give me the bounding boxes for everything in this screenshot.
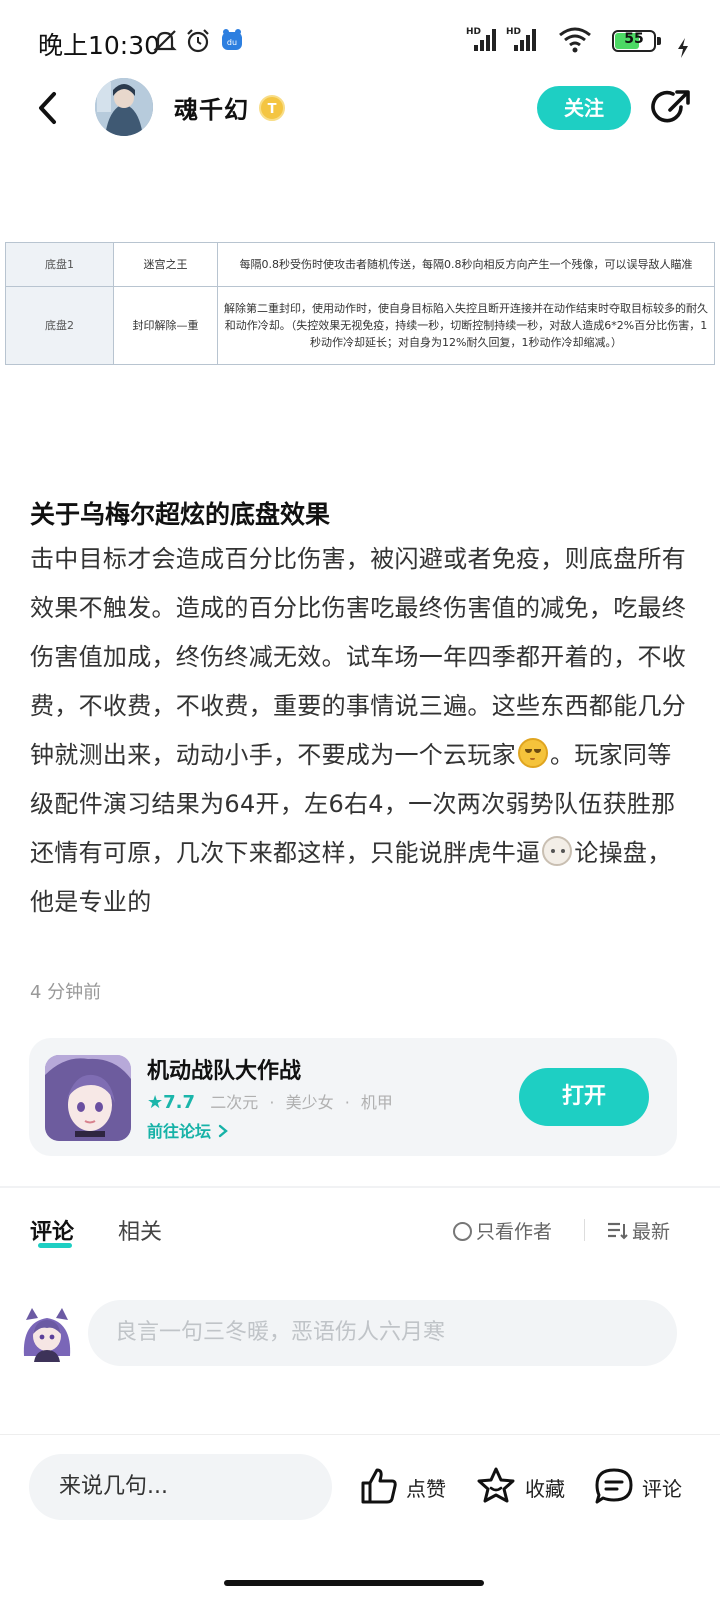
table-cell-desc: 解除第二重封印，使用动作时，使自身目标陷入失控且断开连接并在动作结束时夺取目标较… (217, 286, 715, 365)
table-row: 底盘1 迷宫之王 每隔0.8秒受伤时使攻击者随机传送，每隔0.8秒向相反方向产生… (5, 242, 715, 287)
table-cell-slot: 底盘2 (5, 286, 114, 365)
author-avatar[interactable] (95, 78, 153, 136)
forum-link[interactable]: 前往论坛 (147, 1118, 229, 1142)
table-row: 底盘2 封印解除—重 解除第二重封印，使用动作时，使自身目标陷入失控且断开连接并… (5, 286, 715, 365)
charging-icon (678, 38, 688, 58)
status-bar: 晚上10:30 du HD HD 55 (0, 0, 720, 80)
app-notify-icon: du (222, 29, 242, 50)
sort-icon (608, 1222, 628, 1240)
post-body-part: 击中目标才会造成百分比伤害，被闪避或者免疫，则底盘所有效果不触发。造成的百分比伤… (30, 545, 687, 769)
post-header: 魂千幻 T 关注 (0, 78, 720, 138)
game-meta: ★7.7 二次元 · 美少女 · 机甲 (147, 1089, 393, 1113)
follow-button[interactable]: 关注 (537, 86, 631, 130)
chassis-effect-table[interactable]: 底盘1 迷宫之王 每隔0.8秒受伤时使攻击者随机传送，每隔0.8秒向相反方向产生… (5, 242, 715, 365)
tab-comments[interactable]: 评论 (30, 1214, 74, 1246)
battery-icon: 55 (612, 30, 662, 52)
cat-emoji-icon (542, 836, 573, 866)
chevron-right-icon (218, 1124, 228, 1138)
hd-signal-icon: HD (506, 27, 536, 51)
svg-text:HD: HD (506, 27, 521, 37)
level-badge: T (259, 95, 285, 121)
post-title: 关于乌梅尔超炫的底盘效果 (30, 500, 331, 529)
forum-link-label: 前往论坛 (147, 1122, 212, 1141)
user-avatar[interactable] (22, 1306, 72, 1362)
alarm-icon (187, 29, 209, 53)
sort-label: 最新 (632, 1221, 671, 1243)
back-arrow-icon[interactable] (30, 86, 70, 130)
status-time: 晚上10:30 (38, 31, 161, 60)
game-tag: 美少女 (285, 1093, 334, 1112)
table-cell-name: 迷宫之王 (113, 242, 218, 287)
smug-emoji-icon (518, 738, 548, 768)
hd-signal-icon: HD (466, 27, 496, 51)
tag-separator: · (344, 1093, 350, 1112)
comment-bubble-icon (595, 1468, 633, 1504)
star-icon (477, 1467, 515, 1503)
active-tab-indicator (38, 1243, 72, 1248)
comment-button[interactable]: 评论 (593, 1466, 688, 1506)
open-game-button[interactable]: 打开 (519, 1068, 649, 1126)
author-only-label: 只看作者 (476, 1221, 553, 1243)
svg-text:du: du (227, 38, 237, 47)
home-indicator[interactable] (224, 1580, 484, 1586)
like-button[interactable]: 点赞 (359, 1466, 454, 1506)
game-name: 机动战队大作战 (147, 1059, 302, 1084)
post-body: 击中目标才会造成百分比伤害，被闪避或者免疫，则底盘所有效果不触发。造成的百分比伤… (30, 535, 695, 927)
comment-label: 评论 (642, 1477, 682, 1501)
table-cell-slot: 底盘1 (5, 242, 114, 287)
sort-button[interactable]: 最新 (606, 1217, 670, 1244)
favorite-button[interactable]: 收藏 (476, 1466, 571, 1506)
table-cell-name: 封印解除—重 (113, 286, 218, 365)
tab-related[interactable]: 相关 (118, 1214, 162, 1246)
share-icon[interactable] (651, 87, 693, 129)
section-divider (0, 1186, 720, 1188)
author-name[interactable]: 魂千幻 (174, 90, 249, 125)
post-timestamp: 4 分钟前 (30, 982, 102, 1003)
comment-input[interactable]: 良言一句三冬暖，恶语伤人六月寒 (88, 1300, 677, 1366)
favorite-label: 收藏 (525, 1477, 565, 1501)
like-label: 点赞 (406, 1477, 446, 1501)
game-tag: 二次元 (210, 1093, 259, 1112)
radio-circle-icon (453, 1222, 472, 1241)
game-rating: ★7.7 (147, 1092, 196, 1113)
say-something-input[interactable]: 来说几句... (29, 1454, 332, 1520)
svg-text:HD: HD (466, 27, 481, 37)
game-card[interactable]: 机动战队大作战 ★7.7 二次元 · 美少女 · 机甲 前往论坛 打开 (29, 1038, 677, 1156)
thumbs-up-icon (361, 1468, 397, 1504)
author-only-toggle[interactable]: 只看作者 (453, 1217, 552, 1244)
bottom-bar-divider (0, 1434, 720, 1435)
toolbar-separator (584, 1219, 585, 1241)
game-icon[interactable] (45, 1055, 131, 1141)
bell-off-icon (153, 30, 177, 52)
table-cell-desc: 每隔0.8秒受伤时使攻击者随机传送，每隔0.8秒向相反方向产生一个残像，可以误导… (217, 242, 715, 287)
game-tag: 机甲 (360, 1093, 393, 1112)
tag-separator: · (269, 1093, 275, 1112)
wifi-icon (559, 27, 591, 53)
battery-level: 55 (624, 31, 644, 47)
